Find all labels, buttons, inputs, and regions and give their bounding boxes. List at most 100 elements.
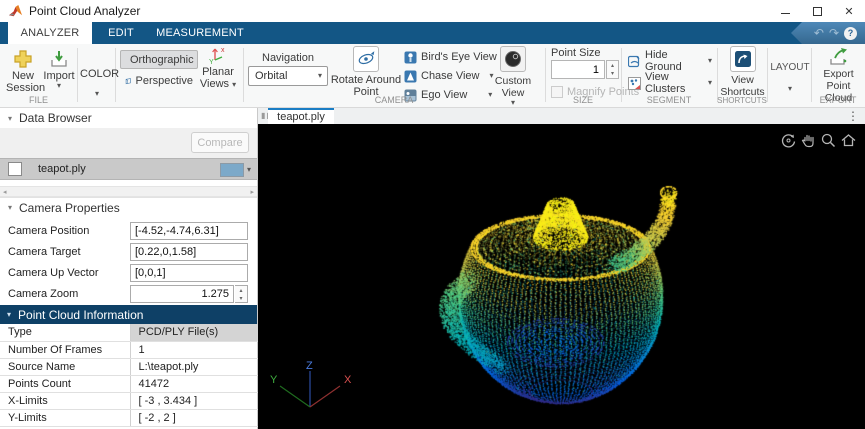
planar-views-icon: x Y bbox=[208, 46, 228, 66]
document-tab-teapot[interactable]: teapot.ply bbox=[268, 108, 334, 124]
planar-views-button[interactable]: x Y Planar Views ▾ bbox=[196, 46, 240, 90]
point-size-stepper[interactable]: ▴ ▾ bbox=[606, 60, 619, 79]
section-label-size: SIZE bbox=[545, 95, 621, 105]
import-button[interactable]: Import ▾ bbox=[42, 48, 76, 90]
rotate-icon[interactable] bbox=[780, 132, 797, 149]
camera-properties-panel: Camera Position Camera Target Camera Up … bbox=[0, 217, 257, 305]
overflow-menu-icon[interactable]: ⋮ bbox=[847, 109, 859, 123]
chase-view-button[interactable]: Chase View ▾ bbox=[404, 68, 494, 84]
camera-properties-header[interactable]: ▾ Camera Properties bbox=[0, 197, 257, 217]
point-size-input[interactable] bbox=[551, 60, 605, 79]
quick-access-toolbar: ↶ ↷ ? bbox=[791, 22, 865, 44]
navigation-label: Navigation bbox=[248, 52, 328, 64]
camera-up-vector-input[interactable] bbox=[130, 264, 248, 282]
data-browser-header[interactable]: ▾ Data Browser bbox=[0, 108, 257, 128]
viewer-tabbar: ▮▮ teapot.ply ⋮ bbox=[258, 108, 865, 124]
table-row[interactable]: Number Of Frames 1 bbox=[0, 341, 258, 358]
table-row[interactable]: X-Limits [ -3 , 3.434 ] bbox=[0, 392, 258, 409]
spinner-down-icon: ▾ bbox=[607, 70, 618, 79]
table-row[interactable]: Source Name L:\teapot.ply bbox=[0, 358, 258, 375]
color-swatch-dropdown[interactable]: ▾ bbox=[220, 162, 251, 177]
section-label-camera: CAMERA bbox=[243, 95, 545, 105]
close-button[interactable]: ✕ bbox=[833, 0, 865, 22]
chevron-down-icon: ▾ bbox=[708, 57, 712, 65]
left-panel: ▾ Data Browser Compare teapot.ply ▾ ◂ ▸ … bbox=[0, 108, 258, 429]
import-icon bbox=[48, 48, 70, 70]
compare-button[interactable]: Compare bbox=[191, 132, 249, 153]
chevron-down-icon: ▾ bbox=[708, 79, 712, 87]
axis-x-label: X bbox=[344, 374, 352, 386]
axes-toolbar bbox=[780, 132, 857, 149]
hide-ground-icon bbox=[628, 55, 641, 68]
minimize-button[interactable] bbox=[769, 0, 801, 22]
undo-icon[interactable]: ↶ bbox=[814, 27, 824, 39]
chevron-down-icon: ▾ bbox=[769, 85, 811, 93]
minimize-icon bbox=[781, 13, 790, 14]
pointcloud-viewport[interactable]: Z Y X bbox=[258, 124, 865, 429]
help-icon[interactable]: ? bbox=[844, 27, 857, 40]
zoom-icon[interactable] bbox=[820, 132, 837, 149]
spinner-down-icon: ▾ bbox=[235, 294, 247, 302]
item-checkbox[interactable] bbox=[8, 162, 22, 176]
table-row[interactable]: Type PCD/PLY File(s) bbox=[0, 324, 258, 341]
section-label-shortcuts: SHORTCUTS bbox=[717, 96, 767, 105]
ribbon: New Session Import ▾ FILE COLOR ▾ Orthog… bbox=[0, 44, 865, 108]
item-filename: teapot.ply bbox=[38, 163, 86, 175]
maximize-button[interactable] bbox=[801, 0, 833, 22]
view-shortcuts-icon bbox=[734, 50, 752, 68]
point-cloud-info-header[interactable]: ▾ Point Cloud Information bbox=[0, 305, 257, 324]
export-point-cloud-icon bbox=[827, 46, 851, 68]
point-size-label: Point Size bbox=[551, 47, 601, 59]
new-session-button[interactable]: New Session bbox=[6, 48, 40, 94]
camera-target-input[interactable] bbox=[130, 243, 248, 261]
window-title: Point Cloud Analyzer bbox=[29, 4, 140, 18]
spinner-up-icon: ▴ bbox=[235, 286, 247, 294]
view-clusters-icon bbox=[628, 77, 641, 90]
scroll-left-icon[interactable]: ◂ bbox=[3, 187, 7, 198]
table-row[interactable]: Y-Limits [ -2 , 2 ] bbox=[0, 409, 258, 426]
chevron-down-icon: ▾ bbox=[80, 90, 114, 98]
camera-position-input[interactable] bbox=[130, 222, 248, 240]
collapse-icon: ▾ bbox=[8, 203, 12, 212]
chevron-down-icon: ▾ bbox=[42, 82, 76, 90]
tab-measurement[interactable]: MEASUREMENT bbox=[150, 22, 250, 44]
pan-icon[interactable] bbox=[800, 132, 817, 149]
chase-view-icon bbox=[404, 70, 417, 83]
layout-button[interactable]: LAYOUT ▾ bbox=[769, 62, 811, 93]
data-browser-title: Data Browser bbox=[19, 111, 92, 125]
perspective-icon bbox=[125, 75, 132, 87]
camera-zoom-input[interactable] bbox=[130, 285, 234, 303]
color-swatch bbox=[220, 163, 244, 177]
svg-text:x: x bbox=[221, 47, 225, 54]
table-row[interactable]: Points Count 41472 bbox=[0, 375, 258, 392]
camera-zoom-stepper[interactable]: ▴ ▾ bbox=[235, 285, 248, 303]
chevron-down-icon: ▾ bbox=[318, 72, 322, 80]
camera-zoom-row: Camera Zoom ▴ ▾ bbox=[0, 284, 257, 305]
orthographic-button[interactable]: Orthographic bbox=[120, 50, 198, 69]
birds-eye-view-button[interactable]: Bird's Eye View bbox=[404, 49, 497, 65]
camera-up-vector-row: Camera Up Vector bbox=[0, 263, 257, 284]
axis-z-label: Z bbox=[306, 360, 313, 372]
navigation-dropdown[interactable]: Orbital ▾ bbox=[248, 66, 328, 86]
hide-ground-button[interactable]: Hide Ground ▾ bbox=[628, 53, 712, 69]
matlab-logo-icon bbox=[8, 4, 23, 19]
close-icon: ✕ bbox=[844, 5, 853, 18]
home-icon[interactable] bbox=[840, 132, 857, 149]
collapse-icon: ▾ bbox=[7, 310, 11, 319]
perspective-button[interactable]: Perspective bbox=[120, 71, 198, 90]
horizontal-scrollbar[interactable]: ◂ ▸ bbox=[0, 186, 257, 197]
pointcloud-list-item[interactable]: teapot.ply ▾ bbox=[0, 158, 257, 180]
redo-icon[interactable]: ↷ bbox=[829, 27, 839, 39]
tab-analyzer[interactable]: ANALYZER bbox=[8, 22, 92, 44]
scroll-right-icon[interactable]: ▸ bbox=[250, 187, 254, 198]
data-browser-area: Compare bbox=[0, 128, 257, 158]
rotate-around-point-icon bbox=[356, 49, 376, 69]
custom-view-icon bbox=[503, 49, 523, 69]
view-clusters-button[interactable]: View Clusters ▾ bbox=[628, 75, 712, 91]
tab-edit[interactable]: EDIT bbox=[92, 22, 150, 44]
rotate-around-point-button[interactable]: Rotate Around Point bbox=[330, 46, 402, 98]
title-bar: Point Cloud Analyzer ✕ bbox=[0, 0, 865, 22]
view-shortcuts-button[interactable]: View Shortcuts bbox=[719, 46, 766, 98]
axis-triad: Z Y X bbox=[264, 359, 356, 421]
color-button[interactable]: COLOR ▾ bbox=[80, 68, 114, 98]
